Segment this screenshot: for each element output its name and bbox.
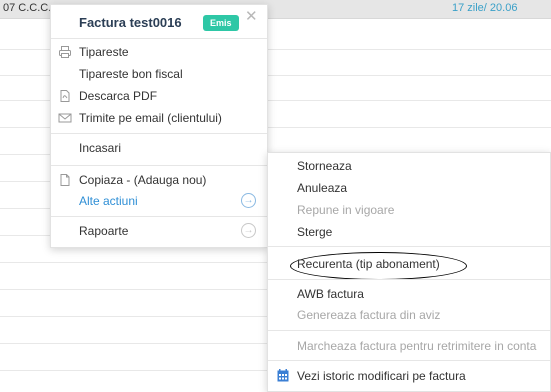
close-icon[interactable]: ✕ (245, 7, 258, 25)
recurrence-menu-item[interactable]: Recurenta (tip abonament) (297, 257, 440, 271)
divider (268, 246, 550, 247)
divider (268, 279, 550, 280)
history-menu-item[interactable]: Vezi istoric modificari pe factura (297, 369, 466, 383)
print-fiscal-menu-item[interactable]: Tipareste bon fiscal (79, 67, 183, 81)
print-menu-item[interactable]: Tipareste (79, 45, 129, 59)
download-pdf-menu-item[interactable]: Descarca PDF (79, 89, 157, 103)
divider (51, 133, 267, 134)
other-actions-menu-item[interactable]: Alte actiuni (79, 194, 138, 208)
due-date-label: 17 zile/ 20.06 (452, 2, 518, 14)
calendar-icon (277, 369, 289, 382)
mark-for-resend-menu-item[interactable]: Marcheaza factura pentru retrimitere in … (297, 339, 536, 353)
other-actions-submenu: Storneaza Anuleaza Repune in vigoare Ste… (267, 152, 551, 392)
arrow-right-icon[interactable]: → (241, 193, 256, 208)
divider (51, 216, 267, 217)
status-badge: Emis (203, 15, 239, 31)
divider (51, 165, 267, 166)
cancel-menu-item[interactable]: Anuleaza (297, 181, 347, 195)
collections-menu-item[interactable]: Incasari (79, 141, 121, 155)
reports-menu-item[interactable]: Rapoarte (79, 224, 128, 238)
copy-menu-item[interactable]: Copiaza - (Adauga nou) (79, 173, 206, 187)
printer-icon (59, 46, 71, 58)
pdf-file-icon (60, 90, 70, 102)
arrow-right-icon[interactable]: → (241, 223, 256, 238)
generate-from-notice-menu-item[interactable]: Genereaza factura din aviz (297, 308, 440, 322)
divider (268, 330, 550, 331)
restore-menu-item[interactable]: Repune in vigoare (297, 203, 394, 217)
awb-menu-item[interactable]: AWB factura (297, 287, 364, 301)
row-label: 07 C.C.C. (3, 2, 52, 14)
envelope-icon (58, 113, 72, 123)
delete-menu-item[interactable]: Sterge (297, 225, 332, 239)
divider (51, 38, 267, 39)
reverse-menu-item[interactable]: Storneaza (297, 159, 352, 173)
invoice-actions-popup: Factura test0016 Emis ✕ Tipareste Tipare… (50, 4, 268, 248)
divider (268, 360, 550, 361)
invoice-title: Factura test0016 (79, 15, 182, 30)
document-icon (60, 174, 70, 186)
email-menu-item[interactable]: Trimite pe email (clientului) (79, 111, 222, 125)
